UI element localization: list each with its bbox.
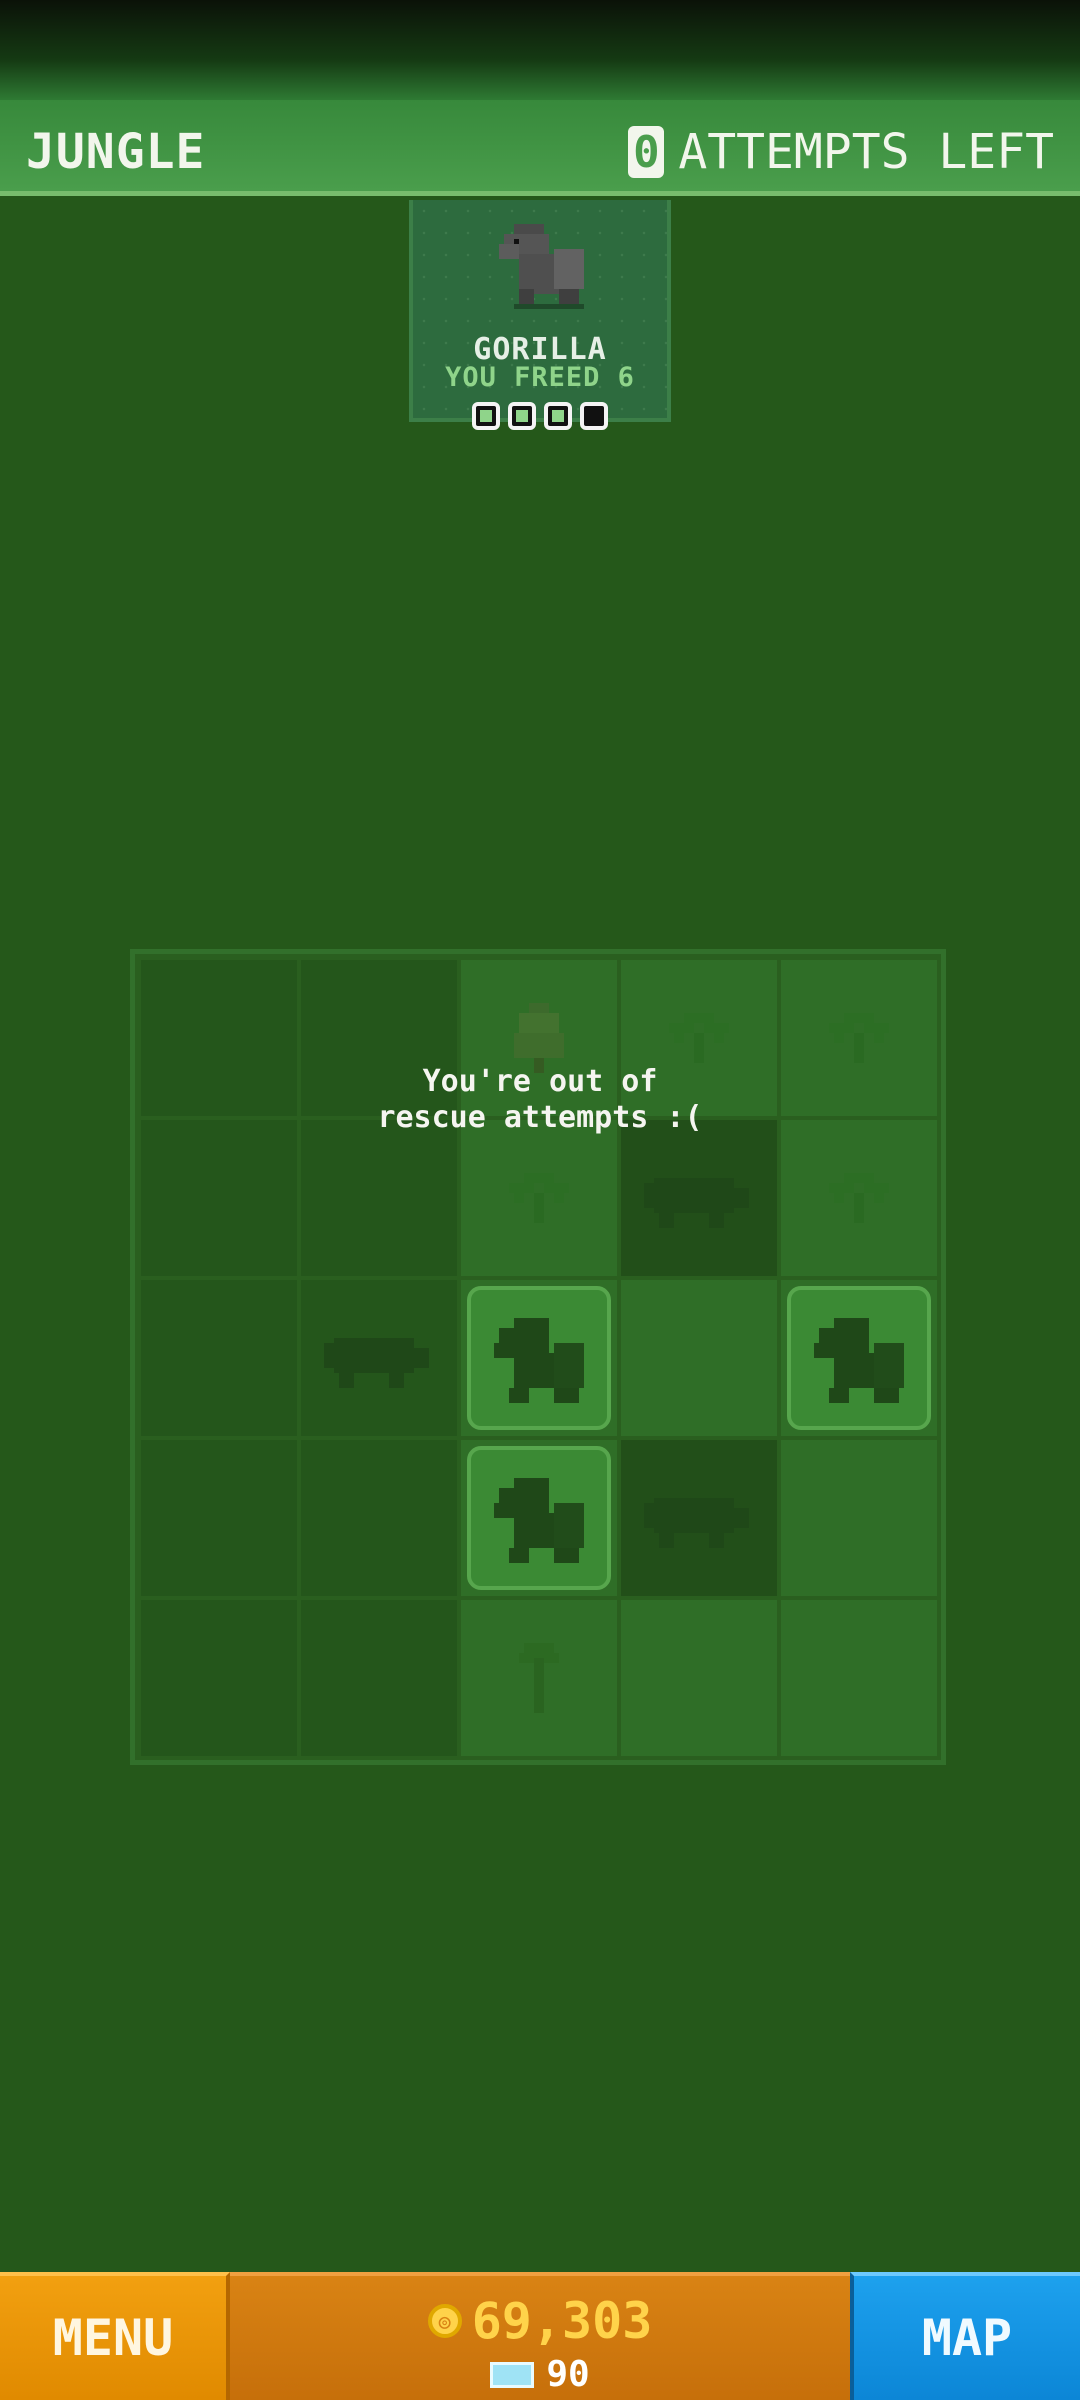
gem-amount: 90 <box>546 2354 590 2395</box>
board-cell[interactable] <box>301 1440 457 1596</box>
board-cell[interactable] <box>621 1120 777 1276</box>
revealed-tile <box>787 1286 931 1430</box>
board-cell[interactable] <box>621 1440 777 1596</box>
gorilla-icon <box>791 1290 927 1426</box>
palm-icon <box>461 1120 617 1276</box>
board-cell[interactable] <box>621 1600 777 1756</box>
bottom-bar: MENU ◎ 69,303 90 MAP <box>0 2272 1080 2400</box>
board-cell[interactable] <box>461 1120 617 1276</box>
top-bar: JUNGLE 0 ATTEMPTS LEFT <box>0 100 1080 196</box>
board-cell[interactable] <box>461 1280 617 1436</box>
hippo-icon <box>621 1440 777 1596</box>
board-cell[interactable] <box>141 1440 297 1596</box>
palm-icon <box>781 1120 937 1276</box>
status-bar <box>0 0 1080 100</box>
coin-balance: ◎ 69,303 <box>230 2292 850 2350</box>
progress-box <box>472 402 500 430</box>
board-cell[interactable] <box>621 1280 777 1436</box>
board-cell[interactable] <box>141 1600 297 1756</box>
board-cell[interactable] <box>301 1600 457 1756</box>
gorilla-icon <box>471 1290 607 1426</box>
attempts-label: ATTEMPTS LEFT <box>678 124 1054 180</box>
map-button[interactable]: MAP <box>850 2272 1080 2400</box>
out-of-attempts-message: You're out of rescue attempts :( <box>377 1064 703 1135</box>
board-cell[interactable] <box>781 1280 937 1436</box>
board-cell[interactable] <box>781 1120 937 1276</box>
sapling-icon <box>461 1600 617 1756</box>
menu-button[interactable]: MENU <box>0 2272 230 2400</box>
freed-count: YOU FREED 6 <box>445 362 635 393</box>
board-cell[interactable] <box>461 1440 617 1596</box>
board-cell[interactable] <box>141 1120 297 1276</box>
board-cell[interactable] <box>461 1600 617 1756</box>
hippo-icon <box>301 1280 457 1436</box>
gorilla-icon <box>499 224 584 309</box>
board-cell[interactable] <box>781 1600 937 1756</box>
currency-panel[interactable]: ◎ 69,303 90 <box>230 2272 850 2400</box>
progress-box <box>544 402 572 430</box>
gem-balance: 90 <box>230 2354 850 2395</box>
board-cell[interactable] <box>301 1280 457 1436</box>
progress-boxes <box>472 402 608 430</box>
hippo-icon <box>621 1120 777 1276</box>
attempts-indicator: 0 ATTEMPTS LEFT <box>628 124 1054 180</box>
progress-box <box>508 402 536 430</box>
gorilla-icon <box>471 1450 607 1586</box>
attempts-count: 0 <box>628 126 665 178</box>
level-name: JUNGLE <box>26 124 206 180</box>
board-cell[interactable] <box>781 1440 937 1596</box>
board-cell[interactable] <box>301 1120 457 1276</box>
gem-icon <box>490 2361 535 2388</box>
board-cell[interactable] <box>141 1280 297 1436</box>
animal-card[interactable]: GORILLA YOU FREED 6 <box>409 200 671 430</box>
progress-box <box>580 402 608 430</box>
coin-icon: ◎ <box>427 2304 462 2338</box>
revealed-tile <box>467 1446 611 1590</box>
coin-amount: 69,303 <box>471 2292 653 2350</box>
revealed-tile <box>467 1286 611 1430</box>
